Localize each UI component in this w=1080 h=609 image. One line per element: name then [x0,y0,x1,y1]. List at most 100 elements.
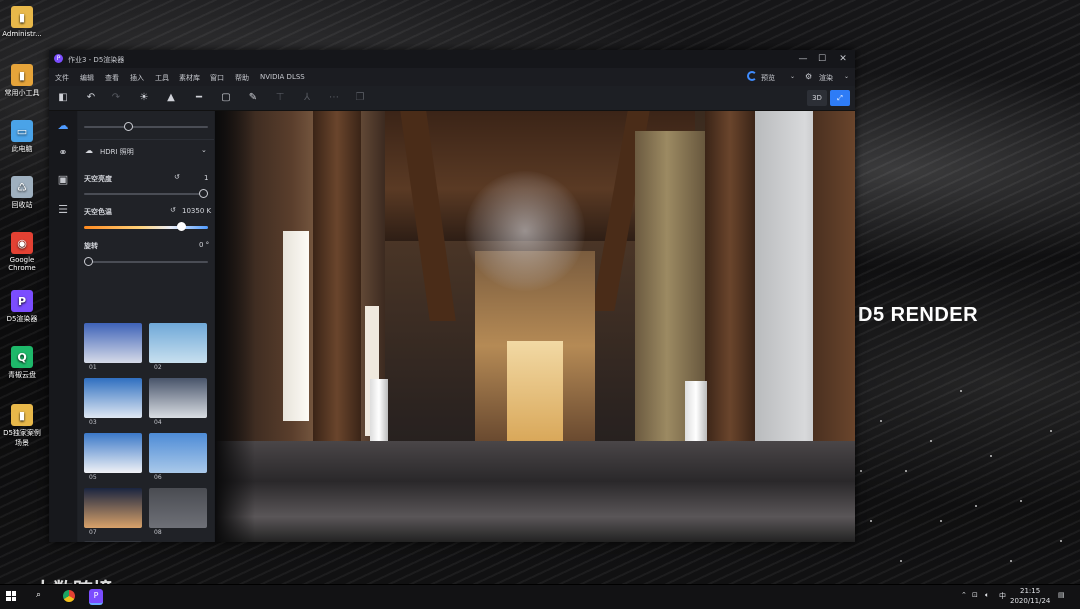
preview-dropdown-icon[interactable]: ⌄ [790,73,795,80]
divider [78,139,214,140]
desktop-icon[interactable]: ◉ Google Chrome [0,232,44,272]
hdri-preset-thumbnail[interactable] [84,488,142,528]
computer-icon: ▭ [11,120,33,142]
star-dot [1010,560,1012,562]
search-icon[interactable]: ⌕ [36,590,41,600]
sky-brightness-track[interactable] [84,193,208,195]
desktop-icon[interactable]: ▭ 此电脑 [0,120,44,154]
menu-nvidia-dlss[interactable]: NVIDIA DLSS [260,73,305,81]
sun-icon[interactable]: ☀ [137,91,151,105]
star-dot [860,470,862,472]
reset-temp-icon[interactable]: ↺ [170,206,176,214]
top-slider-track[interactable] [84,126,208,128]
star-dot [900,560,902,562]
maximize-button[interactable]: ☐ [816,53,828,65]
custom-hdri-tile[interactable]: ▣ [84,541,142,542]
title-bar: P 作业3 - D5渲染器 — ☐ ✕ [49,50,855,68]
hdri-preset-thumbnail[interactable] [149,488,207,528]
desktop-icon[interactable]: ▮ Administr... [0,6,44,38]
preview-spinner-icon [747,71,757,81]
rotation-value[interactable]: 0 ° [199,241,209,249]
hdri-preset-thumbnail[interactable] [84,433,142,473]
hdri-preset-thumbnail[interactable] [149,323,207,363]
ime-indicator[interactable]: 中 [999,591,1006,601]
marble-floor [215,441,855,542]
cloud-icon[interactable]: ☁ [56,119,70,133]
minimize-button[interactable]: — [797,53,809,65]
menu-view[interactable]: 查看 [105,73,119,83]
strip-light-icon[interactable]: ━ [192,91,206,105]
desktop-icon[interactable]: ♺ 回收站 [0,176,44,210]
sky-brightness-knob[interactable] [199,189,208,198]
hdri-preset-label: 04 [154,419,162,426]
render-button[interactable]: 渲染 [819,73,833,83]
side-rail: ☁ ⚭ ▣ ☰ [49,111,77,542]
reset-brightness-icon[interactable]: ↺ [174,173,180,181]
list-icon[interactable]: ☰ [56,203,70,217]
preview-button[interactable]: 预览 [761,73,775,83]
copy-icon[interactable]: ❐ [353,91,367,105]
desktop-icon[interactable]: ▮ D5独家案例场景 [0,404,44,448]
notification-icon[interactable]: ▤ [1058,591,1065,599]
desktop-icon[interactable]: Q 青椒云盘 [0,346,44,380]
desktop-icon[interactable]: ▮ 常用小工具 [0,64,44,98]
desktop-icon-label: Google Chrome [8,256,36,272]
undo-icon[interactable]: ↶ [84,91,98,105]
menu-tools[interactable]: 工具 [155,73,169,83]
network-icon[interactable]: ⊡ [972,591,978,599]
chevron-down-icon[interactable]: ⌄ [201,146,207,154]
paint-roller-icon[interactable]: ⊤ [273,91,287,105]
glass-chandelier [465,171,585,291]
clock-time[interactable]: 21:15 [1020,587,1040,595]
cone-light-icon[interactable]: ▲ [164,91,178,105]
desktop-icon-label: 常用小工具 [4,89,40,97]
windows-start-icon[interactable] [6,591,16,601]
hdri-preset-label: 02 [154,364,162,371]
chrome-taskbar-icon[interactable] [63,590,75,602]
menu-insert[interactable]: 插入 [130,73,144,83]
sky-brightness-value[interactable]: 1 [204,174,208,182]
panel-toggle-icon[interactable]: ◧ [56,91,70,105]
menu-library[interactable]: 素材库 [179,73,200,83]
render-viewport[interactable] [215,111,855,542]
d5-taskbar-icon[interactable]: P [89,589,103,605]
transform-gizmo-icon[interactable]: ⅄ [300,91,314,105]
close-button[interactable]: ✕ [837,53,849,65]
materials-icon[interactable]: ⚭ [56,146,70,160]
left-column [313,111,361,451]
sky-color-temp-track[interactable] [84,226,208,229]
top-slider-knob[interactable] [124,122,134,131]
clock-date[interactable]: 2020/11/24 [1010,597,1050,605]
gear-icon[interactable]: ⚙ [805,72,812,81]
star-dot [975,505,977,507]
tray-chevron-icon[interactable]: ⌃ [961,591,967,599]
camera-icon[interactable]: ▣ [56,173,70,187]
sky-color-temp-value[interactable]: 10350 K [182,207,211,215]
toolbar: ◧ ↶ ↷ ☀ ▲ ━ ▢ ✎ ⊤ ⅄ ⋯ ❐ 3D ⤢ [49,86,855,111]
render-dropdown-icon[interactable]: ⌄ [844,73,849,80]
align-icon[interactable]: ⋯ [327,91,341,105]
desktop-icon[interactable]: P D5渲染器 [0,290,44,324]
rotation-knob[interactable] [84,257,93,266]
menu-edit[interactable]: 编辑 [80,73,94,83]
desktop-icon-label: D5渲染器 [6,315,38,323]
hdri-preset-thumbnail[interactable] [149,378,207,418]
mode-3d-button[interactable]: 3D [807,90,827,106]
redo-icon[interactable]: ↷ [109,91,123,105]
view-mode-active-button[interactable]: ⤢ [830,90,850,106]
sky-color-temp-label: 天空色温 [84,208,112,216]
sky-brightness-label: 天空亮度 [84,175,112,183]
eyedropper-icon[interactable]: ✎ [246,91,260,105]
far-right-column [813,111,855,471]
menu-window[interactable]: 窗口 [210,73,224,83]
rotation-track[interactable] [84,261,208,263]
hdri-preset-thumbnail[interactable] [149,433,207,473]
volume-icon[interactable]: 🔈︎ [985,591,989,600]
hdri-preset-thumbnail[interactable] [84,378,142,418]
hdri-preset-thumbnail[interactable] [84,323,142,363]
star-dot [960,390,962,392]
sky-color-temp-knob[interactable] [177,222,187,231]
menu-file[interactable]: 文件 [55,73,69,83]
rect-light-icon[interactable]: ▢ [219,91,233,105]
menu-help[interactable]: 帮助 [235,73,249,83]
